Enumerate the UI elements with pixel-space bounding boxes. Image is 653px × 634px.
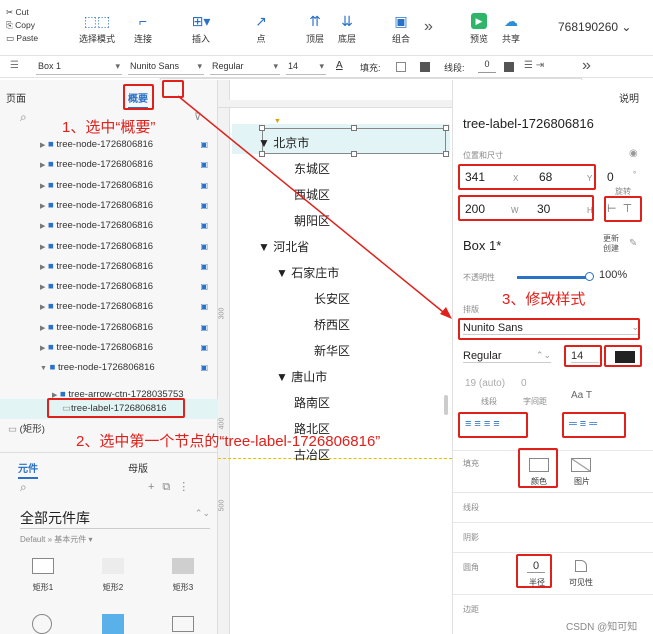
annotation-arrow xyxy=(177,95,452,319)
watermark: CSDN @知可知 xyxy=(566,622,638,633)
